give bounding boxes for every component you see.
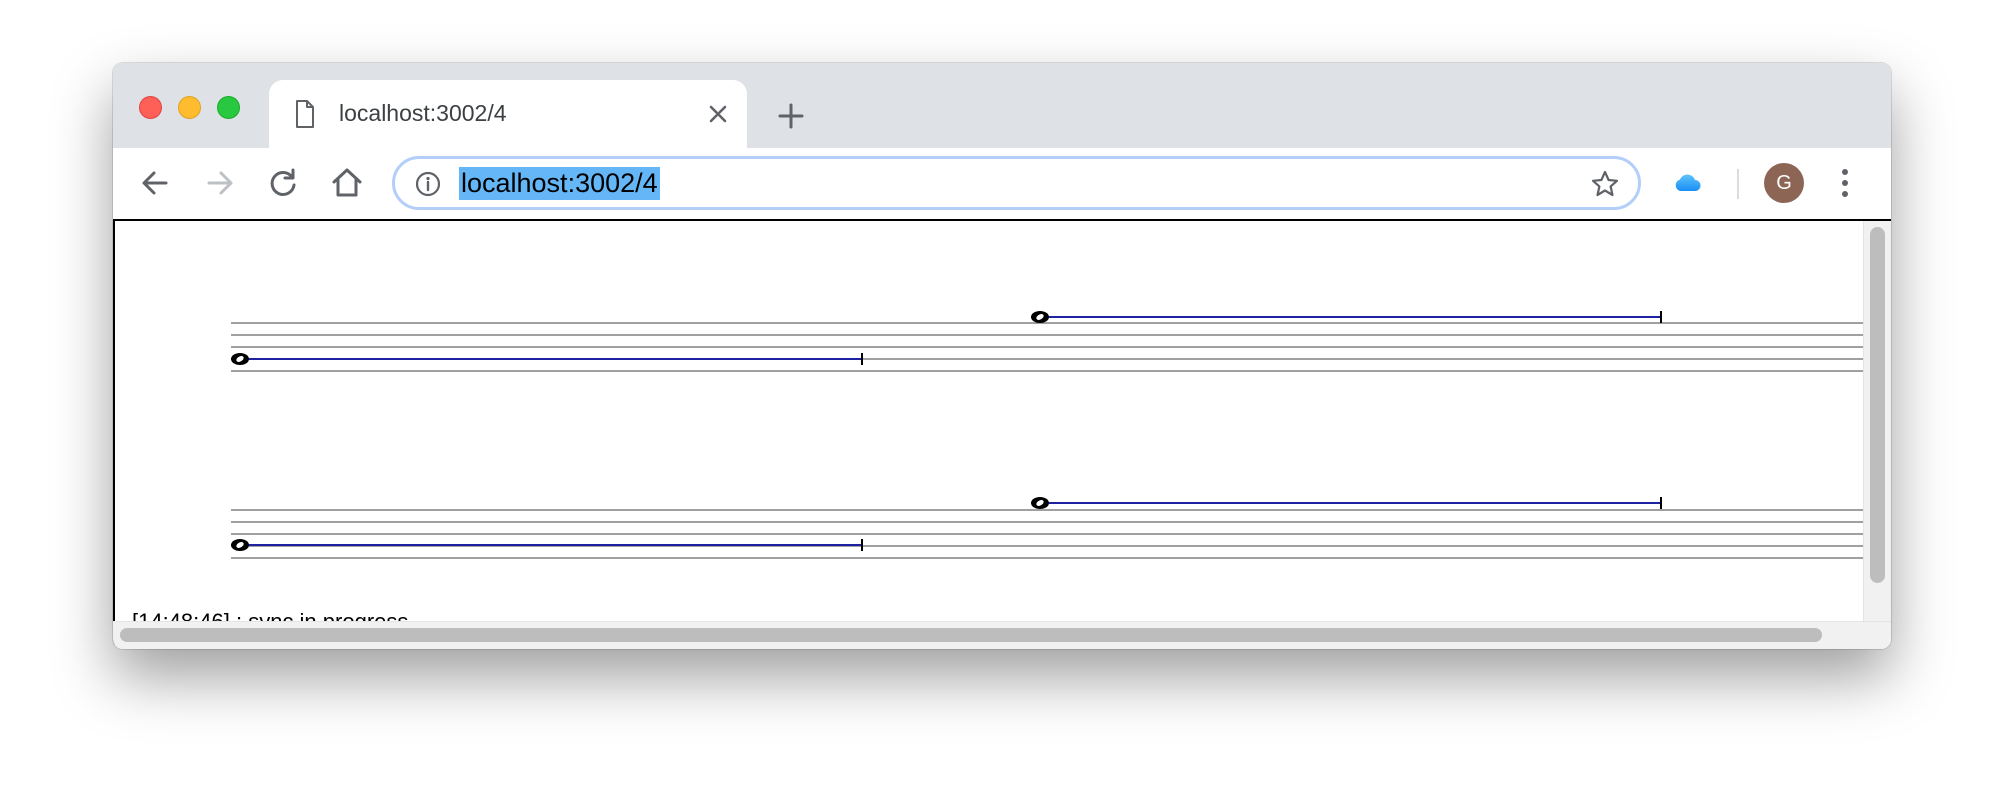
profile-avatar[interactable]: G: [1764, 163, 1804, 203]
whole-note: [231, 353, 249, 365]
navigation-toolbar: localhost:3002/4 G: [113, 148, 1891, 221]
site-info-icon[interactable]: [415, 171, 441, 197]
toolbar-separator: [1737, 169, 1739, 199]
browser-window: localhost:3002/4 localhost:3002/4 G: [113, 63, 1891, 649]
maximize-window-button[interactable]: [217, 96, 240, 119]
whole-note: [231, 539, 249, 551]
whole-note: [1031, 497, 1049, 509]
new-tab-plus-icon[interactable]: [776, 101, 806, 131]
whole-note: [1031, 311, 1049, 323]
vertical-scrollbar-thumb[interactable]: [1870, 227, 1885, 583]
horizontal-scrollbar[interactable]: [113, 621, 1891, 649]
kebab-menu-icon[interactable]: [1835, 164, 1855, 202]
icloud-extension-icon[interactable]: [1672, 168, 1702, 198]
address-bar[interactable]: localhost:3002/4: [392, 156, 1641, 210]
back-arrow-icon[interactable]: [138, 166, 172, 200]
bookmark-star-icon[interactable]: [1590, 169, 1620, 199]
home-icon[interactable]: [330, 166, 364, 200]
reload-icon[interactable]: [266, 166, 300, 200]
horizontal-scrollbar-thumb[interactable]: [120, 628, 1822, 642]
tab-title: localhost:3002/4: [339, 100, 507, 126]
url-text[interactable]: localhost:3002/4: [459, 167, 660, 200]
close-tab-icon[interactable]: [706, 102, 730, 126]
tab-strip: localhost:3002/4: [113, 63, 1891, 148]
minimize-window-button[interactable]: [178, 96, 201, 119]
vertical-scrollbar[interactable]: [1863, 221, 1891, 621]
document-icon: [296, 100, 314, 128]
staff-2: [231, 497, 1863, 559]
staff-1: [231, 311, 1863, 372]
active-tab[interactable]: localhost:3002/4: [269, 80, 747, 148]
forward-arrow-icon[interactable]: [203, 166, 237, 200]
music-score: [231, 311, 1863, 559]
page-content: [14:48:46] : sync in progress...: [113, 221, 1891, 649]
close-window-button[interactable]: [139, 96, 162, 119]
